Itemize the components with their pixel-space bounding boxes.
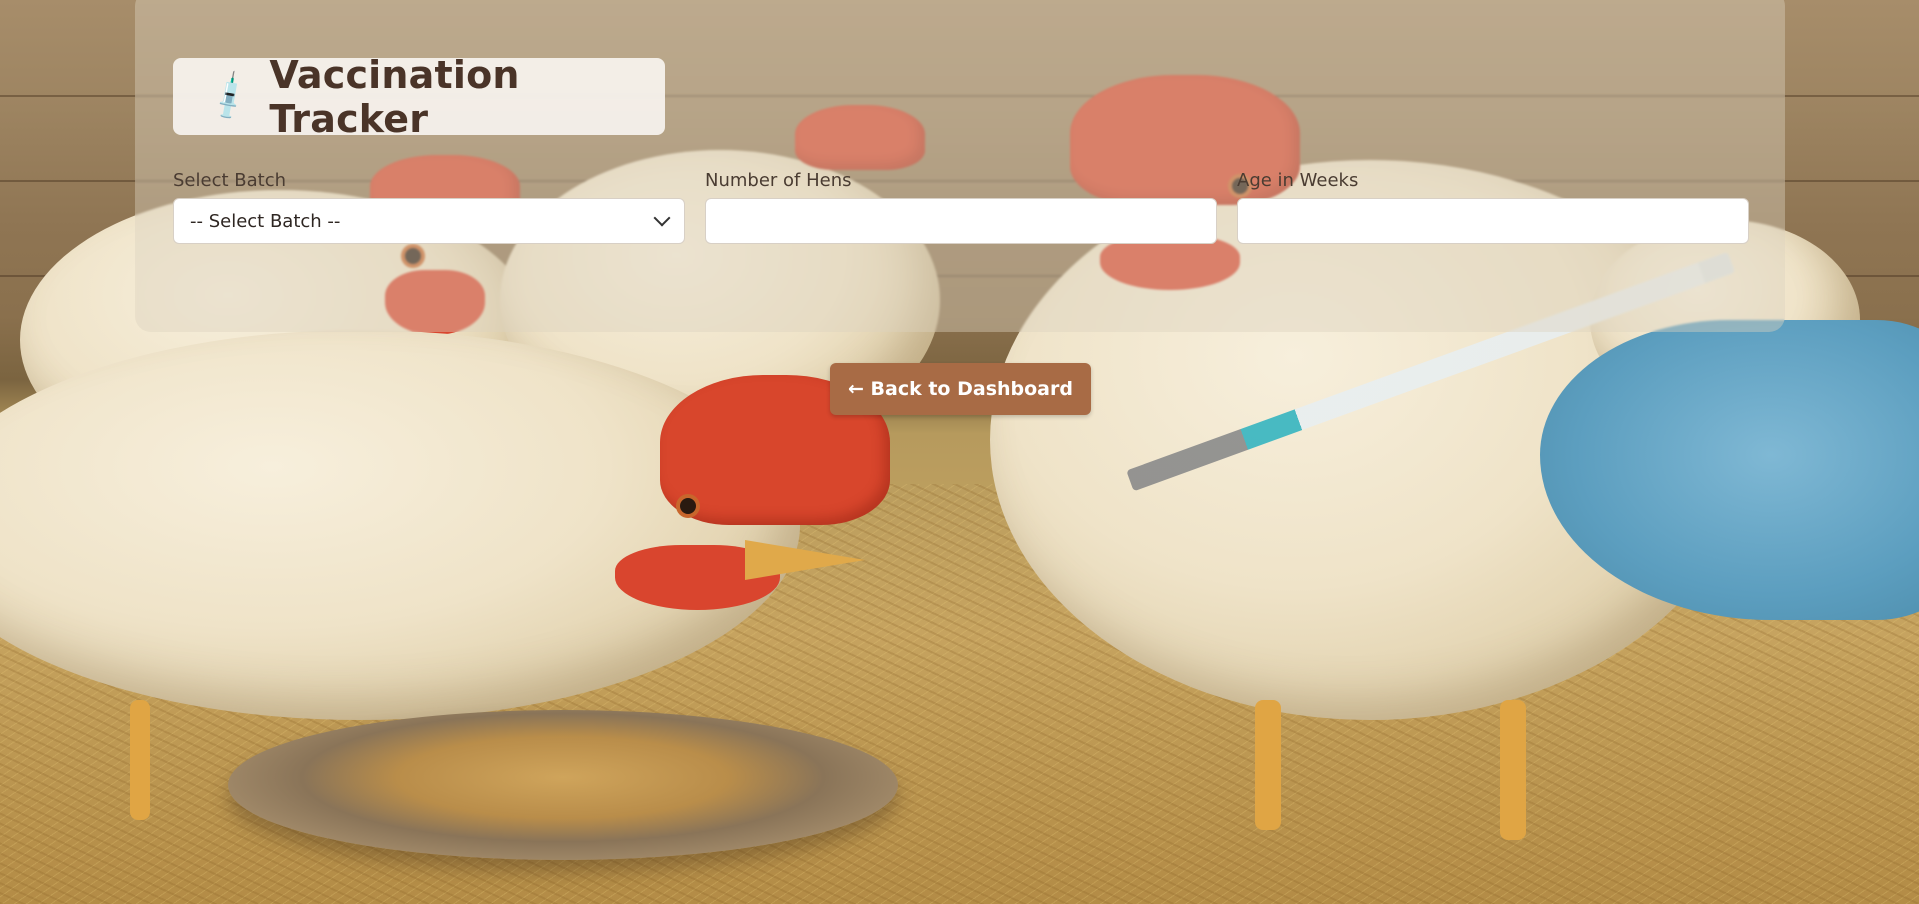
page-title-card: 💉 Vaccination Tracker: [173, 53, 665, 141]
page-title: Vaccination Tracker: [269, 52, 520, 141]
hen-beak: [745, 540, 865, 580]
batch-select-value: -- Select Batch --: [190, 210, 341, 232]
batch-select[interactable]: -- Select Batch --: [173, 198, 685, 244]
batch-label: Select Batch: [173, 170, 286, 191]
age-label: Age in Weeks: [1237, 170, 1359, 191]
feed-dish: [228, 710, 898, 860]
syringe-icon: 💉: [201, 67, 259, 126]
age-input[interactable]: [1237, 198, 1749, 244]
hen-eye: [680, 498, 696, 514]
chevron-down-icon: [653, 209, 671, 227]
hen-leg: [130, 700, 150, 820]
hens-label: Number of Hens: [705, 170, 852, 191]
hen-leg: [1255, 700, 1281, 830]
hens-input[interactable]: [705, 198, 1217, 244]
batch-field: Select Batch -- Select Batch --: [173, 170, 685, 244]
age-field: Age in Weeks: [1237, 170, 1749, 244]
form-panel: [135, 0, 1785, 332]
hens-field: Number of Hens: [705, 170, 1217, 244]
hen-leg: [1500, 700, 1526, 840]
back-to-dashboard-button[interactable]: ← Back to Dashboard: [830, 363, 1091, 415]
